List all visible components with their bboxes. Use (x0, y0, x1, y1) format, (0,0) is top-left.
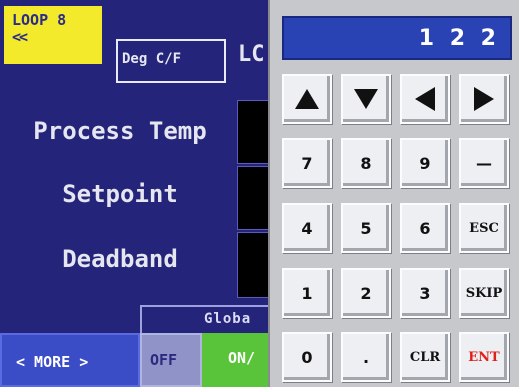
left-arrow-icon (415, 87, 435, 111)
more-button[interactable]: < MORE > (0, 333, 140, 387)
key-4[interactable]: 4 (282, 203, 332, 253)
key-minus[interactable]: — (459, 138, 509, 188)
key-9[interactable]: 9 (400, 138, 450, 188)
global-section: Globa (140, 305, 270, 333)
loop-back-button[interactable]: LOOP 8 << (4, 6, 102, 64)
clr-key[interactable]: CLR (400, 332, 450, 382)
screen-title-partial: LC (238, 42, 265, 67)
ent-key[interactable]: ENT (459, 332, 509, 382)
key-8[interactable]: 8 (341, 138, 391, 188)
numeric-keypad: 1 2 2 7 8 9 — 4 5 6 ESC 1 2 3 SKIP 0 . C… (268, 0, 519, 387)
left-arrow-key[interactable] (400, 74, 450, 124)
deg-cf-button[interactable]: Deg C/F (116, 39, 226, 83)
down-arrow-icon (354, 89, 378, 109)
process-temp-label: Process Temp (33, 117, 207, 145)
loop-label: LOOP 8 (12, 11, 67, 29)
key-3[interactable]: 3 (400, 268, 450, 318)
up-arrow-icon (295, 89, 319, 109)
right-arrow-icon (474, 87, 494, 111)
on-button[interactable]: ON/ (202, 333, 272, 387)
off-button[interactable]: OFF (140, 333, 202, 387)
esc-key[interactable]: ESC (459, 203, 509, 253)
key-5[interactable]: 5 (341, 203, 391, 253)
up-arrow-key[interactable] (282, 74, 332, 124)
right-arrow-key[interactable] (459, 74, 509, 124)
down-arrow-key[interactable] (341, 74, 391, 124)
back-arrows-icon: << (12, 28, 28, 46)
key-6[interactable]: 6 (400, 203, 450, 253)
keypad-display: 1 2 2 (282, 16, 512, 60)
deadband-label: Deadband (62, 245, 178, 273)
key-1[interactable]: 1 (282, 268, 332, 318)
key-7[interactable]: 7 (282, 138, 332, 188)
key-decimal[interactable]: . (341, 332, 391, 382)
key-0[interactable]: 0 (282, 332, 332, 382)
setpoint-label: Setpoint (62, 180, 178, 208)
key-2[interactable]: 2 (341, 268, 391, 318)
skip-key[interactable]: SKIP (459, 268, 509, 318)
hmi-screen: LOOP 8 << Deg C/F LC Process Temp Setpoi… (0, 0, 277, 387)
